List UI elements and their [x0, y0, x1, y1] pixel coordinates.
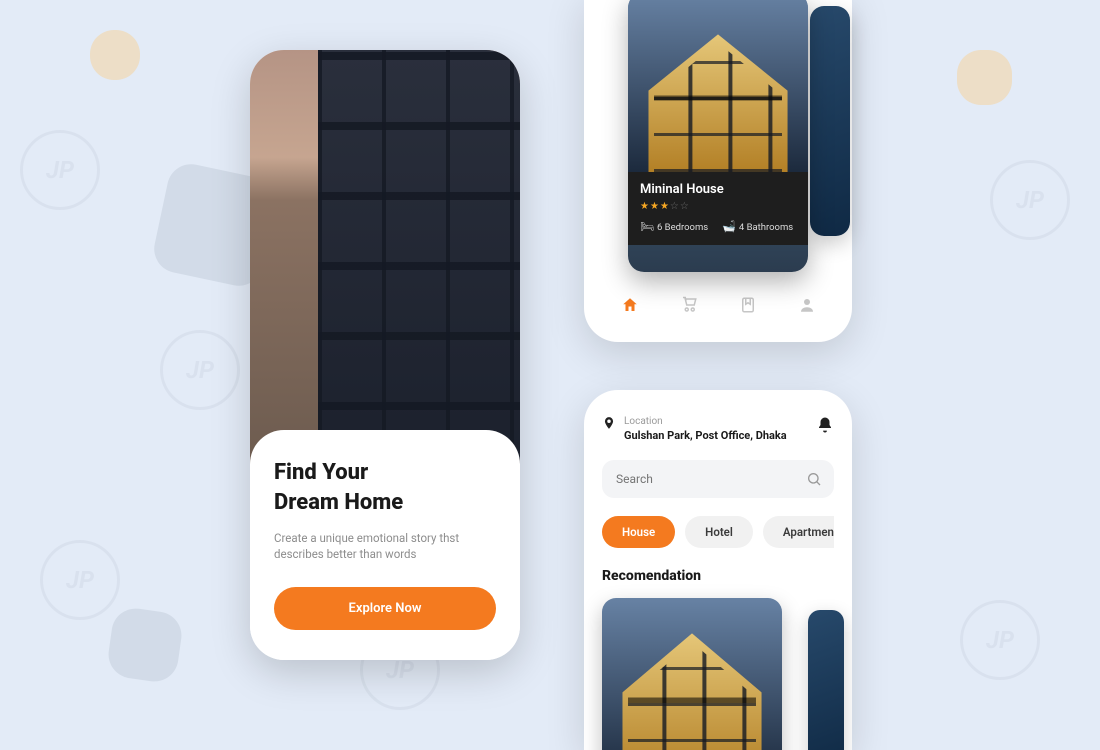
location-label: Location: [624, 416, 787, 427]
bookmark-icon: [739, 296, 757, 314]
bg-blob: [90, 30, 140, 80]
bell-icon[interactable]: [816, 416, 834, 434]
bg-blob: [105, 605, 184, 684]
bottom-nav: [600, 290, 836, 320]
detail-phone: Mininal House ★★★☆☆ 🛏6 Bedrooms 🛁4 Bathr…: [584, 0, 852, 342]
property-title: Mininal House: [640, 182, 796, 197]
property-card[interactable]: Mininal House ★★★☆☆ 🛏6 Bedrooms 🛁4 Bathr…: [628, 0, 808, 272]
bedrooms-feature: 🛏6 Bedrooms: [640, 220, 708, 233]
star-icon: ★: [660, 201, 670, 212]
rating-stars: ★★★☆☆: [640, 201, 796, 212]
onboarding-title-line: Dream Home: [274, 490, 403, 515]
property-card-peek[interactable]: [810, 6, 850, 236]
bathrooms-feature: 🛁4 Bathrooms: [722, 220, 793, 233]
onboarding-sheet: Find Your Dream Home Create a unique emo…: [250, 430, 520, 660]
nav-home[interactable]: [615, 290, 645, 320]
bath-icon: 🛁: [722, 220, 736, 233]
star-icon: ☆: [670, 201, 680, 212]
onboarding-phone: Find Your Dream Home Create a unique emo…: [250, 50, 520, 660]
star-icon: ★: [640, 201, 650, 212]
search-icon: [806, 471, 822, 487]
bed-icon: 🛏: [640, 220, 654, 233]
category-chips: House Hotel Apartment: [602, 516, 834, 548]
bg-blob: [957, 50, 1012, 105]
chip-house[interactable]: House: [602, 516, 675, 548]
cart-icon: [680, 296, 698, 314]
pin-icon: [602, 416, 616, 430]
location-block[interactable]: Location Gulshan Park, Post Office, Dhak…: [602, 416, 787, 442]
home-phone: Location Gulshan Park, Post Office, Dhak…: [584, 390, 852, 750]
recommendation-title: Recomendation: [602, 568, 834, 584]
explore-button[interactable]: Explore Now: [274, 587, 496, 630]
nav-bookmark[interactable]: [733, 290, 763, 320]
property-meta: Mininal House ★★★☆☆ 🛏6 Bedrooms 🛁4 Bathr…: [628, 172, 808, 245]
onboarding-subtitle: Create a unique emotional story thst des…: [274, 530, 474, 563]
chip-apartment[interactable]: Apartment: [763, 516, 834, 548]
recommendation-card[interactable]: [602, 598, 782, 750]
onboarding-title-line: Find Your: [274, 460, 368, 485]
search-row: [602, 460, 834, 498]
recommendation-stack: [602, 598, 834, 750]
recommendation-card-peek[interactable]: [808, 610, 844, 750]
bathrooms-text: 4 Bathrooms: [739, 222, 793, 233]
location-value: Gulshan Park, Post Office, Dhaka: [624, 429, 787, 442]
search-input[interactable]: [602, 460, 834, 498]
home-icon: [621, 296, 639, 314]
nav-cart[interactable]: [674, 290, 704, 320]
chip-hotel[interactable]: Hotel: [685, 516, 753, 548]
star-icon: ★: [650, 201, 660, 212]
bedrooms-text: 6 Bedrooms: [657, 222, 708, 233]
nav-profile[interactable]: [792, 290, 822, 320]
property-card-stack: Mininal House ★★★☆☆ 🛏6 Bedrooms 🛁4 Bathr…: [600, 0, 836, 272]
property-image: [628, 0, 808, 172]
onboarding-title: Find Your Dream Home: [274, 458, 496, 517]
star-icon: ☆: [680, 201, 690, 212]
profile-icon: [798, 296, 816, 314]
hero-image: [250, 50, 520, 480]
